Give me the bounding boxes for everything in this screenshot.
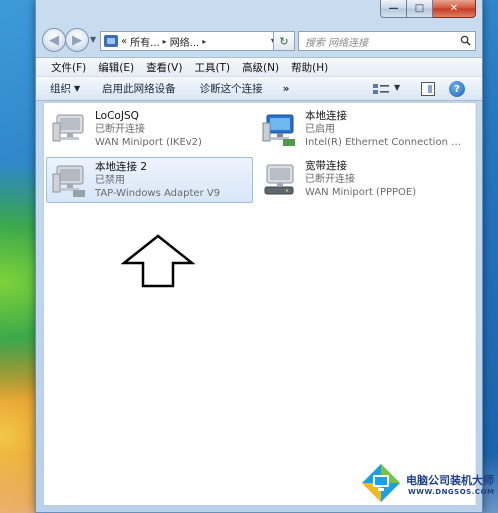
minimize-button[interactable]: —	[380, 0, 407, 18]
caption-buttons: — □ ✕	[380, 0, 476, 18]
breadcrumb-overflow[interactable]: «	[121, 36, 127, 47]
connection-item-local-area[interactable]: 本地连接 已启用 Intel(R) Ethernet Connection I2…	[257, 107, 464, 153]
connections-list: LoCoJSQ 已断开连接 WAN Miniport (IKEv2) 本地连接 …	[43, 102, 477, 506]
organize-label: 组织	[50, 83, 71, 95]
connection-item-locojsq[interactable]: LoCoJSQ 已断开连接 WAN Miniport (IKEv2)	[47, 107, 254, 153]
forward-button[interactable]: ▶	[65, 28, 89, 52]
network-connection-icon	[52, 114, 84, 142]
connection-name: 宽带连接	[305, 160, 347, 172]
menu-bar: 文件(F) 编辑(E) 查看(V) 工具(T) 高级(N) 帮助(H)	[36, 57, 482, 76]
maximize-button[interactable]: □	[407, 0, 433, 18]
breadcrumb-all-control-panel[interactable]: 所有...	[130, 34, 160, 49]
up-arrow-annotation-icon	[121, 234, 195, 288]
more-commands-button[interactable]: »	[283, 83, 290, 95]
diagnose-connection-button[interactable]: 诊断这个连接	[200, 81, 263, 96]
menu-advanced[interactable]: 高级(N)	[237, 60, 284, 75]
connection-status: 已断开连接	[305, 174, 355, 185]
watermark-url: WWW.DNGSOS.COM	[408, 488, 495, 496]
watermark: 电脑公司装机大师 WWW.DNGSOS.COM	[330, 460, 498, 513]
connection-name: 本地连接	[305, 110, 347, 122]
view-options-dropdown-icon[interactable]: ▼	[394, 83, 400, 92]
enable-device-button[interactable]: 启用此网络设备	[102, 81, 176, 96]
connection-device: Intel(R) Ethernet Connection I2...	[305, 137, 464, 148]
command-bar: 组织 ▼ 启用此网络设备 诊断这个连接 » ▼ ?	[36, 76, 482, 101]
breadcrumb-network[interactable]: 网络...	[170, 34, 200, 49]
network-connection-icon	[262, 114, 295, 146]
connection-device: WAN Miniport (IKEv2)	[95, 137, 202, 148]
connection-status: 已禁用	[95, 175, 125, 186]
change-view-icon[interactable]	[372, 82, 390, 96]
search-placeholder: 搜索 网络连接	[305, 37, 369, 49]
organize-button[interactable]: 组织 ▼	[50, 81, 80, 96]
help-icon[interactable]: ?	[449, 81, 465, 97]
connection-name: 本地连接 2	[95, 161, 148, 173]
back-button[interactable]: ◀	[42, 28, 66, 52]
connection-device: WAN Miniport (PPPOE)	[305, 187, 417, 198]
recent-pages-dropdown[interactable]: ▼	[90, 35, 96, 44]
network-connections-window: — □ ✕ ◀ ▶ ▼ « 所有... ▸ 网络... ▸ ▼ ↻ 搜索 网络连…	[35, 0, 483, 513]
menu-file[interactable]: 文件(F)	[46, 60, 91, 75]
search-icon[interactable]	[460, 35, 471, 46]
preview-pane-icon[interactable]	[421, 82, 435, 96]
modem-connection-icon	[264, 164, 294, 195]
menu-view[interactable]: 查看(V)	[141, 60, 187, 75]
connection-status: 已启用	[305, 124, 335, 135]
network-connection-icon	[52, 165, 85, 197]
search-input[interactable]: 搜索 网络连接	[298, 31, 476, 51]
connection-name: LoCoJSQ	[95, 110, 139, 122]
connection-item-broadband[interactable]: 宽带连接 已断开连接 WAN Miniport (PPPOE)	[257, 157, 464, 203]
chevron-down-icon: ▼	[74, 84, 81, 93]
close-button[interactable]: ✕	[433, 0, 476, 18]
watermark-title: 电脑公司装机大师	[406, 474, 494, 487]
menu-edit[interactable]: 编辑(E)	[93, 60, 139, 75]
breadcrumb-separator-icon[interactable]: ▸	[202, 37, 206, 46]
refresh-button[interactable]: ↻	[273, 31, 295, 51]
address-row: ◀ ▶ ▼ « 所有... ▸ 网络... ▸ ▼ ↻ 搜索 网络连接	[36, 22, 482, 56]
control-panel-folder-icon	[104, 35, 118, 47]
breadcrumb-separator-icon[interactable]: ▸	[163, 37, 167, 46]
connection-device: TAP-Windows Adapter V9	[95, 188, 221, 199]
content-edge	[475, 103, 476, 505]
menu-help[interactable]: 帮助(H)	[286, 60, 333, 75]
address-bar[interactable]: « 所有... ▸ 网络... ▸ ▼	[100, 31, 282, 51]
watermark-logo-icon	[362, 464, 400, 502]
connection-item-local-area-2[interactable]: 本地连接 2 已禁用 TAP-Windows Adapter V9	[46, 157, 253, 203]
connection-status: 已断开连接	[95, 124, 145, 135]
menu-tools[interactable]: 工具(T)	[189, 60, 235, 75]
